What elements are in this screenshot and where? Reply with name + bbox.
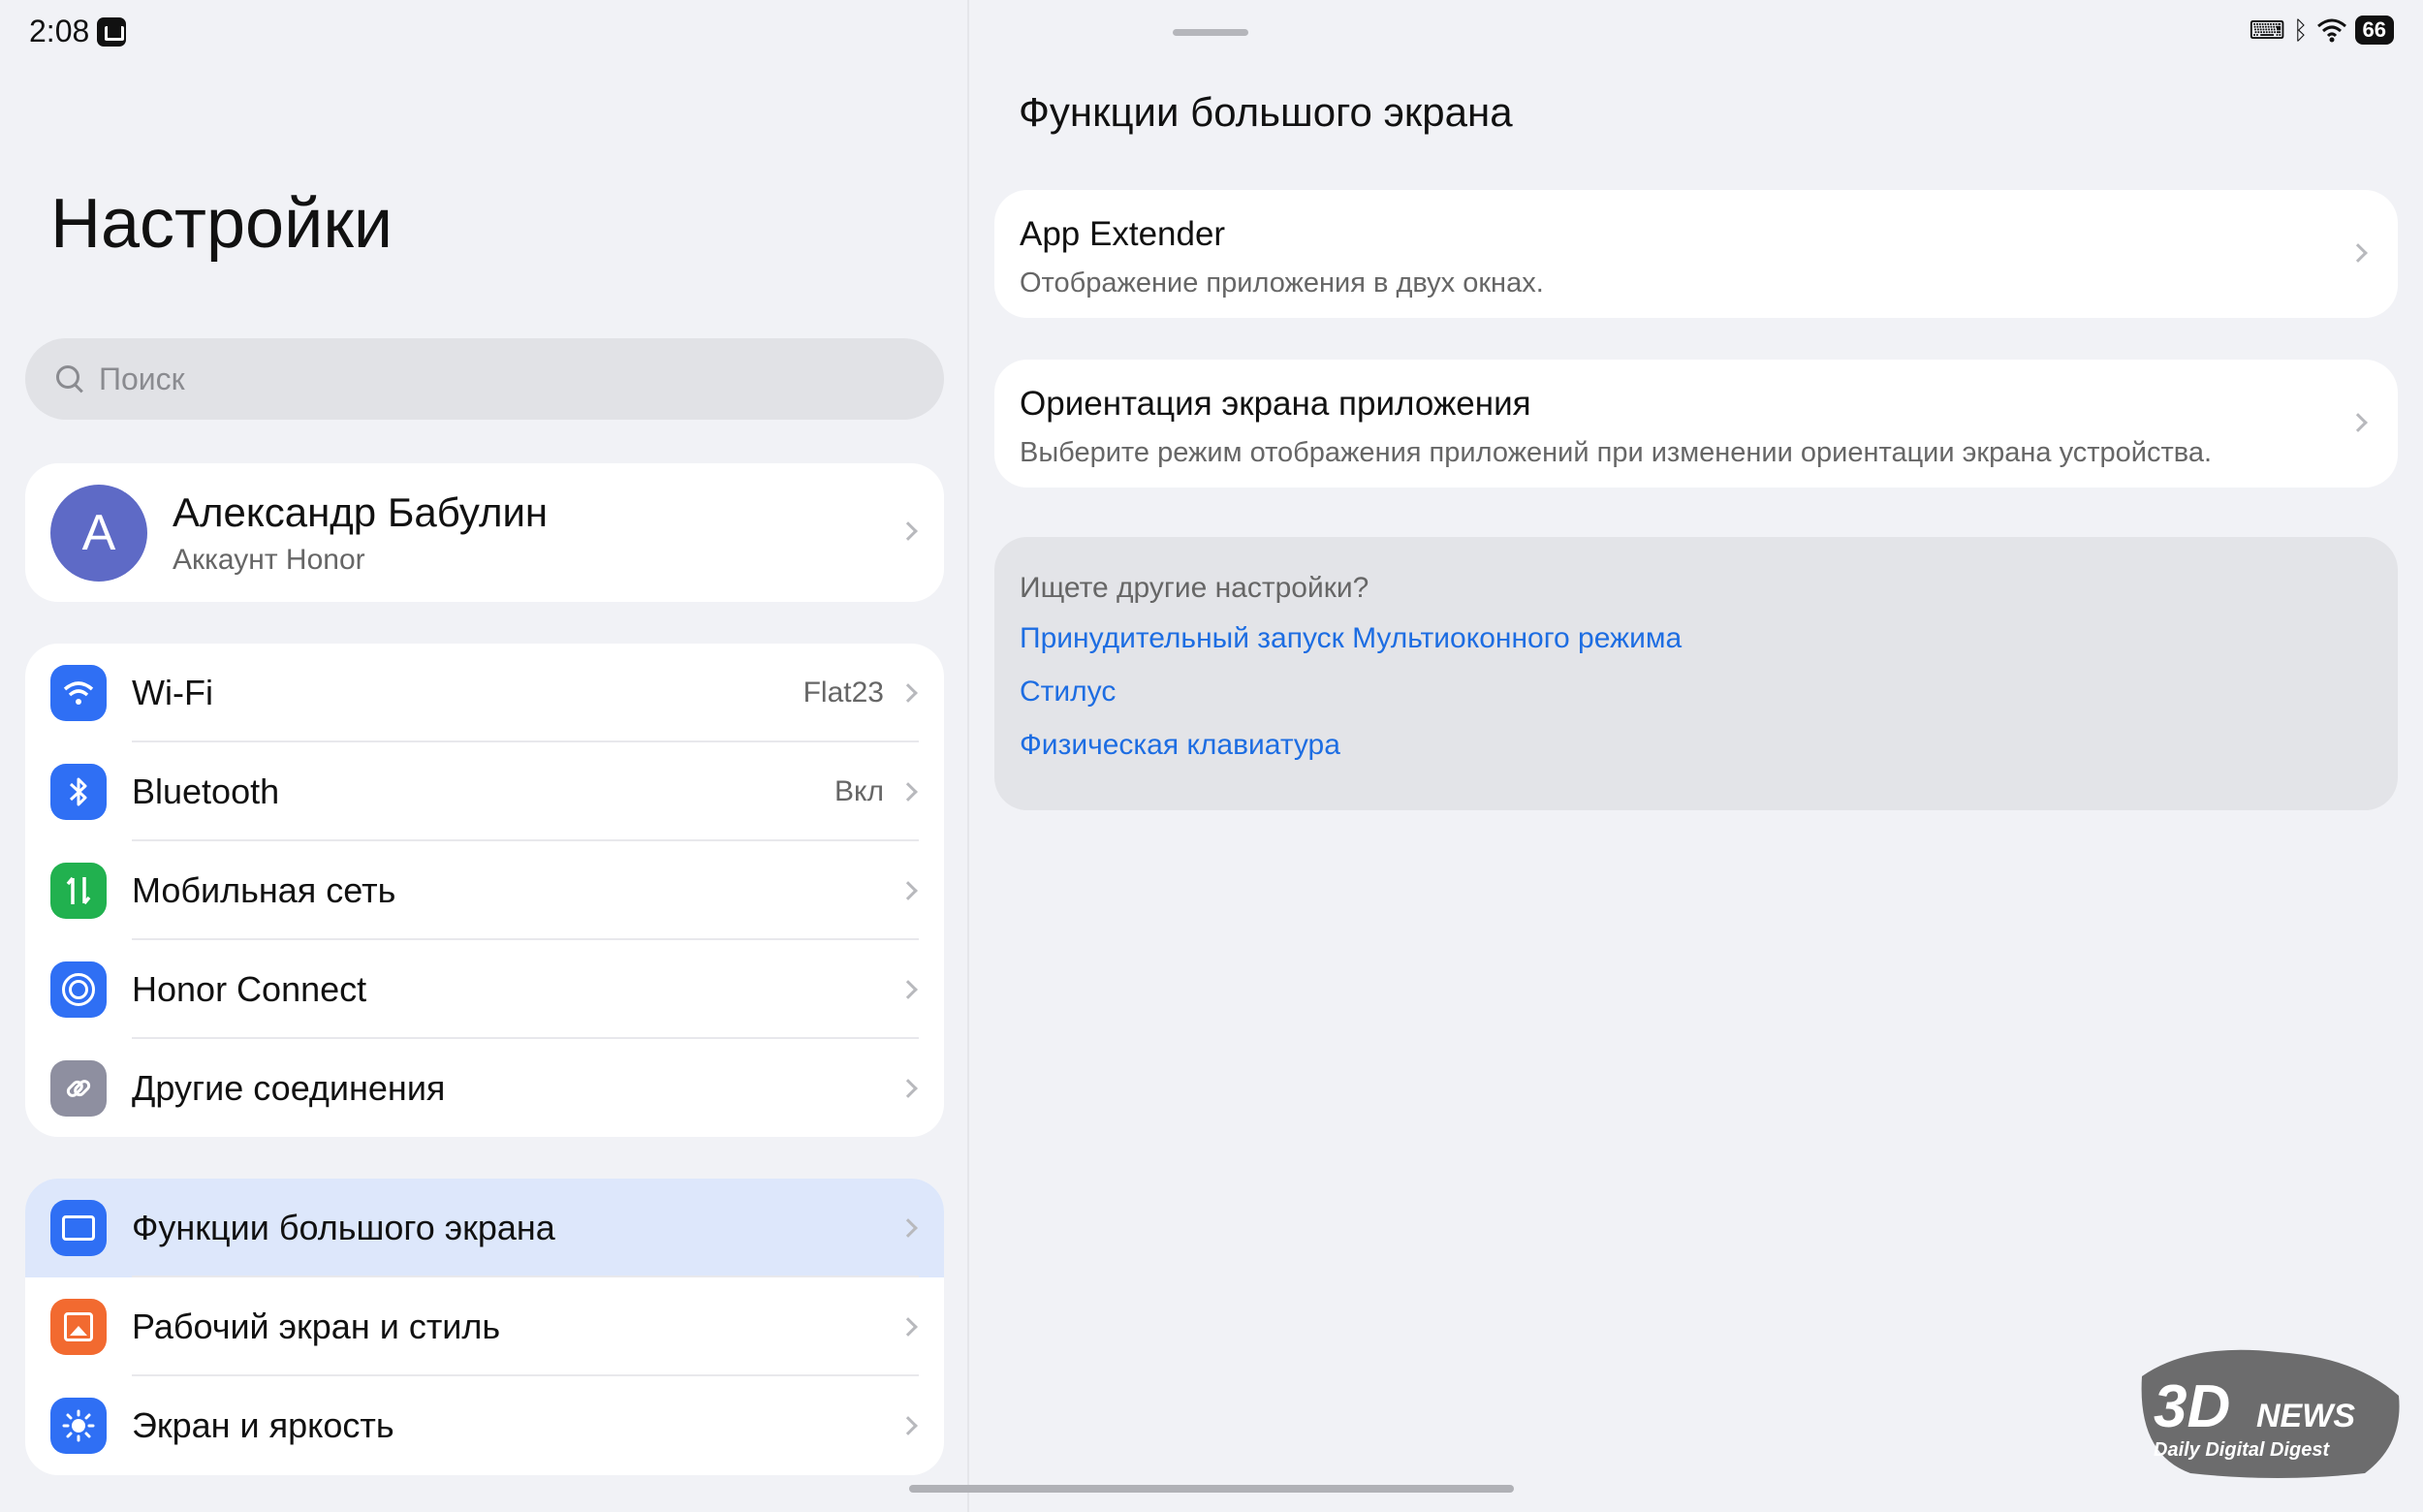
- link-force-multiwindow[interactable]: Принудительный запуск Мультиоконного реж…: [1020, 622, 2398, 655]
- search-icon: [54, 363, 85, 394]
- wifi-icon: [50, 665, 107, 721]
- settings-item-other-connections[interactable]: Другие соединения: [25, 1039, 944, 1137]
- chevron-right-icon: [898, 782, 918, 802]
- settings-sidebar: Настройки А Александр Бабулин Аккаунт Ho…: [0, 0, 967, 1512]
- chevron-right-icon: [898, 521, 918, 541]
- search-input[interactable]: [99, 361, 874, 397]
- settings-item-label: Другие соединения: [132, 1068, 446, 1108]
- svg-text:3D: 3D: [2154, 1373, 2230, 1440]
- settings-item-large-screen[interactable]: Функции большого экрана: [25, 1179, 944, 1277]
- honor-connect-icon: [50, 961, 107, 1018]
- split-drag-handle[interactable]: [1173, 29, 1248, 36]
- settings-item-mobile-network[interactable]: Мобильная сеть: [25, 841, 944, 940]
- settings-item-label: Honor Connect: [132, 969, 367, 1009]
- settings-item-label: Wi-Fi: [132, 673, 213, 712]
- settings-item-label: Рабочий экран и стиль: [132, 1307, 501, 1346]
- settings-item-label: Bluetooth: [132, 772, 280, 811]
- related-settings-card: Ищете другие настройки? Принудительный з…: [994, 537, 2398, 810]
- settings-item-label: Мобильная сеть: [132, 870, 396, 910]
- battery-indicator: 66: [2354, 16, 2394, 45]
- chevron-right-icon: [898, 1317, 918, 1337]
- large-screen-icon: [50, 1200, 107, 1256]
- keyboard-icon: ⌨: [2249, 16, 2285, 45]
- home-indicator[interactable]: [909, 1485, 1514, 1493]
- mobile-network-icon: [50, 863, 107, 919]
- display-group: Функции большого экрана Рабочий экран и …: [25, 1179, 944, 1475]
- chevron-right-icon: [898, 980, 918, 999]
- chevron-right-icon: [898, 1416, 918, 1435]
- bluetooth-status-icon: ᛒ: [2292, 16, 2309, 45]
- app-orientation-item[interactable]: Ориентация экрана приложения Выберите ре…: [994, 360, 2398, 488]
- page-title: Настройки: [50, 185, 393, 263]
- search-bar[interactable]: [25, 338, 944, 420]
- link-icon: [50, 1060, 107, 1117]
- settings-item-display-brightness[interactable]: Экран и яркость: [25, 1376, 944, 1475]
- link-stylus[interactable]: Стилус: [1020, 676, 2398, 709]
- account-subtitle: Аккаунт Honor: [173, 543, 365, 576]
- account-name: Александр Бабулин: [173, 488, 549, 535]
- item-description: Отображение приложения в двух окнах.: [1020, 268, 1544, 299]
- status-icons: ⌨ ᛒ 66: [2249, 16, 2394, 45]
- item-description: Выберите режим отображения приложений пр…: [1020, 437, 2213, 468]
- item-title: App Extender: [1020, 215, 1226, 253]
- settings-item-wifi[interactable]: Wi-Fi Flat23: [25, 644, 944, 742]
- chevron-right-icon: [898, 683, 918, 703]
- settings-item-home-screen-style[interactable]: Рабочий экран и стиль: [25, 1277, 944, 1376]
- account-card[interactable]: А Александр Бабулин Аккаунт Honor: [25, 463, 944, 602]
- detail-title: Функции большого экрана: [1019, 89, 1513, 135]
- wallpaper-icon: [50, 1299, 107, 1355]
- chevron-right-icon: [898, 1079, 918, 1098]
- wifi-status-icon: [2316, 18, 2346, 43]
- item-title: Ориентация экрана приложения: [1020, 385, 1531, 423]
- svg-text:Daily Digital Digest: Daily Digital Digest: [2154, 1439, 2330, 1461]
- avatar: А: [50, 484, 147, 582]
- bluetooth-state-value: Вкл: [834, 775, 884, 807]
- brightness-icon: [50, 1398, 107, 1454]
- pane-divider: [967, 0, 969, 1512]
- connections-group: Wi-Fi Flat23 Bluetooth Вкл Мобильная сет…: [25, 644, 944, 1137]
- wifi-network-value: Flat23: [802, 677, 884, 709]
- bluetooth-icon: [50, 764, 107, 820]
- settings-item-bluetooth[interactable]: Bluetooth Вкл: [25, 742, 944, 841]
- settings-item-label: Функции большого экрана: [132, 1208, 555, 1247]
- svg-text:NEWS: NEWS: [2256, 1398, 2355, 1434]
- settings-item-honor-connect[interactable]: Honor Connect: [25, 940, 944, 1039]
- app-extender-item[interactable]: App Extender Отображение приложения в дв…: [994, 190, 2398, 318]
- watermark-logo: 3D NEWS Daily Digital Digest: [2141, 1349, 2400, 1478]
- related-settings-question: Ищете другие настройки?: [1020, 572, 1369, 604]
- link-physical-keyboard[interactable]: Физическая клавиатура: [1020, 729, 2398, 762]
- chevron-right-icon: [898, 881, 918, 900]
- settings-item-label: Экран и яркость: [132, 1405, 394, 1445]
- chevron-right-icon: [898, 1218, 918, 1238]
